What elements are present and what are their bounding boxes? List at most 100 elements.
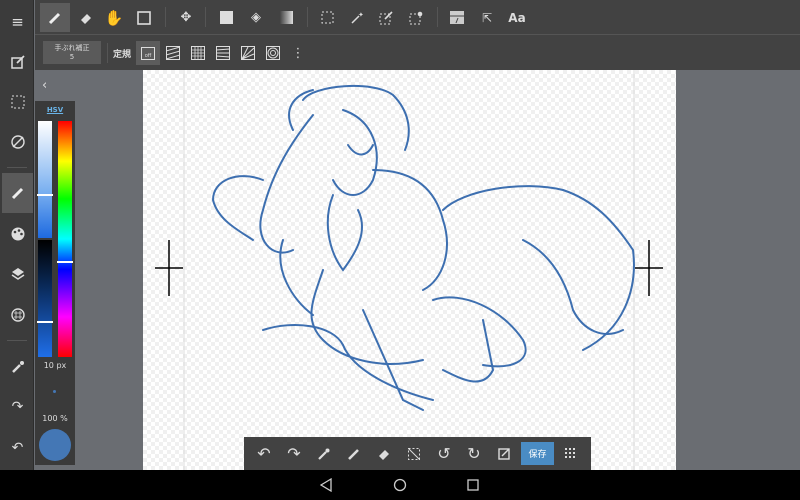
edit-square-icon [10, 55, 25, 69]
dotted-select-icon [321, 11, 333, 24]
recents-square-icon[interactable] [467, 479, 479, 491]
export-button[interactable] [491, 441, 517, 466]
tool-brush[interactable] [40, 3, 70, 32]
ruler-grid[interactable] [188, 41, 208, 65]
redo-icon: ↷ [287, 444, 301, 463]
hue-slider[interactable] [57, 121, 73, 357]
hand-icon: ✋ [104, 8, 124, 27]
divider [205, 7, 206, 27]
parallel-lines-icon [166, 46, 180, 60]
edit-canvas-button[interactable] [2, 42, 33, 82]
value-slider[interactable] [37, 240, 53, 357]
drawing-canvas[interactable] [143, 70, 676, 470]
home-circle-icon[interactable] [393, 478, 407, 492]
tool-bucket[interactable]: ◈ [241, 3, 271, 32]
slider-handle[interactable] [57, 261, 73, 263]
tool-frame-divide[interactable] [442, 3, 472, 32]
cursor-icon: ⇱ [481, 10, 493, 25]
ruler-parallel[interactable] [163, 41, 183, 65]
ruler-perspective[interactable] [213, 41, 233, 65]
divider [7, 340, 27, 341]
menu-button[interactable]: ≡ [2, 2, 33, 42]
stabilizer-label: 手ぶれ補正 [54, 44, 90, 52]
more-options-button[interactable]: ⋮ [288, 41, 308, 65]
square-outline-icon [137, 10, 151, 25]
android-nav-bar [0, 470, 800, 500]
stabilizer-button[interactable]: 手ぶれ補正 5 [43, 41, 101, 64]
eyedropper-button[interactable] [311, 441, 337, 466]
rotate-canvas-button[interactable] [2, 122, 33, 162]
filled-square-icon [219, 11, 233, 24]
pencil-icon [348, 448, 359, 460]
rotate-cw-icon: ↻ [467, 444, 481, 463]
color-palette-button[interactable] [2, 214, 33, 254]
more-vertical-icon: ⋮ [291, 45, 305, 61]
ruler-concentric[interactable] [263, 41, 283, 65]
divider [7, 167, 27, 168]
collapse-panel-button[interactable]: ‹ [42, 78, 47, 93]
brush-button[interactable] [341, 441, 367, 466]
pencil-icon [11, 187, 23, 200]
deselect-button[interactable] [401, 441, 427, 466]
divider [307, 7, 308, 27]
tool-select-eraser[interactable] [401, 3, 431, 32]
redo-button[interactable]: ↷ [281, 441, 307, 466]
tool-text[interactable]: Aa [502, 3, 532, 32]
crosshair-right [635, 240, 663, 296]
radial-lines-icon [241, 46, 255, 60]
deselect-icon [408, 447, 420, 460]
undo-button[interactable]: ↶ [251, 441, 277, 466]
concentric-circles-icon [266, 46, 280, 60]
undo-button[interactable]: ↶ [2, 428, 33, 468]
tool-hand[interactable]: ✋ [99, 3, 129, 32]
hsv-mode-toggle[interactable]: HSV [35, 106, 75, 114]
stabilizer-value: 5 [69, 53, 75, 61]
ruler-off-button[interactable]: off [136, 41, 160, 65]
materials-button[interactable] [2, 295, 33, 335]
save-button[interactable]: 保存 [521, 442, 554, 465]
ruler-radial[interactable] [238, 41, 258, 65]
current-color-swatch[interactable] [39, 429, 71, 461]
slider-handle[interactable] [37, 194, 53, 196]
bottom-toolbar: ↶ ↷ ↺ ↻ 保存 [244, 437, 591, 470]
tool-move[interactable]: ✥ [171, 3, 201, 32]
apps-button[interactable] [558, 441, 584, 466]
grid-icon [191, 46, 205, 60]
magic-wand-icon: ✦ [350, 11, 363, 24]
selection-button[interactable] [2, 82, 33, 122]
tool-select-pen[interactable] [371, 3, 401, 32]
eraser-button[interactable] [371, 441, 397, 466]
tool-shape[interactable] [129, 3, 159, 32]
eyedropper-button[interactable] [2, 347, 33, 387]
rotate-icon [10, 135, 25, 149]
hamburger-icon: ≡ [11, 13, 24, 31]
slider-handle[interactable] [37, 321, 53, 323]
tool-fill-rect[interactable] [211, 3, 241, 32]
undo-icon: ↶ [257, 444, 271, 463]
saturation-slider[interactable] [37, 121, 53, 238]
divider [107, 43, 108, 63]
tool-select[interactable] [312, 3, 342, 32]
back-triangle-icon[interactable] [320, 478, 332, 492]
redo-button[interactable]: ↷ [2, 387, 33, 427]
opacity-label[interactable]: 100 % [35, 414, 75, 423]
left-sidebar: ≡ ↷ ↶ [0, 0, 34, 470]
layers-button[interactable] [2, 254, 33, 294]
eyedropper-icon [318, 448, 330, 460]
tool-operation[interactable]: ⇱ [472, 3, 502, 32]
select-eraser-icon [409, 11, 423, 24]
grid-circle-icon [10, 308, 25, 322]
rotate-right-button[interactable]: ↻ [461, 441, 487, 466]
perspective-lines-icon [216, 46, 230, 60]
ruler-off-icon: off [141, 46, 155, 60]
redo-icon: ↷ [11, 399, 24, 415]
eraser-icon [378, 449, 389, 460]
brush-size-label[interactable]: 10 px [35, 361, 75, 370]
rotate-left-button[interactable]: ↺ [431, 441, 457, 466]
tool-magic-wand[interactable]: ✦ [341, 3, 371, 32]
pencil-icon [48, 12, 61, 24]
tool-gradient[interactable] [271, 3, 301, 32]
canvas-artwork [155, 70, 663, 470]
brush-button[interactable] [2, 173, 33, 213]
tool-eraser[interactable] [71, 3, 101, 32]
